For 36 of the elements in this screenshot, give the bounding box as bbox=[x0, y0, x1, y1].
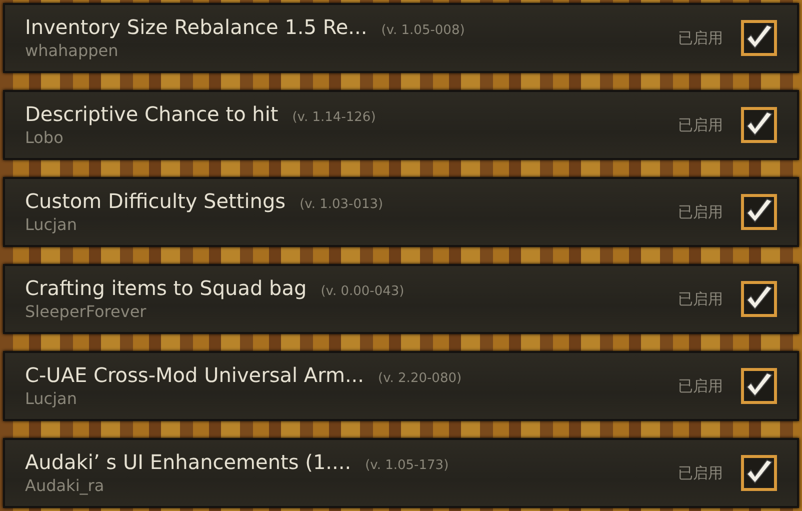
checkbox[interactable] bbox=[741, 368, 777, 404]
status-label: 已启用 bbox=[678, 28, 723, 49]
mod-author: SleeperForever bbox=[25, 302, 148, 322]
mod-author: Audaki_ra bbox=[25, 476, 106, 496]
mod-row[interactable]: Crafting items to Squad bag (v. 0.00-043) SleeperForever 已启用 bbox=[3, 264, 799, 334]
mod-author: whahappen bbox=[25, 40, 120, 61]
mod-title: Descriptive Chance to hit bbox=[25, 102, 278, 126]
mod-row[interactable]: Inventory Size Rebalance 1.5 Re... (v. 1.05-008) whahappen 已启用 bbox=[3, 3, 799, 73]
status-label: 已启用 bbox=[678, 288, 723, 310]
mod-row[interactable]: Descriptive Chance to hit (v. 1.14-126) Lobo 已启用 bbox=[3, 90, 799, 160]
mod-row[interactable]: C-UAE Cross-Mod Universal Arm... (v. 2.20-080) Lucjan 已启用 bbox=[3, 351, 799, 421]
mod-row[interactable]: Audaki’ s UI Enhancements (1.... (v. 1.05-173) Audaki_ra 已启用 bbox=[3, 438, 799, 508]
mod-version: (v. 1.14-126) bbox=[292, 109, 376, 128]
mod-title: C-UAE Cross-Mod Universal Arm... bbox=[25, 363, 364, 388]
mod-version: (v. 1.05-173) bbox=[365, 457, 449, 476]
mod-title: Crafting items to Squad bag bbox=[25, 276, 307, 300]
status-label: 已启用 bbox=[678, 376, 723, 397]
mod-author: Lucjan bbox=[25, 388, 78, 409]
mod-title: Inventory Size Rebalance 1.5 Re... bbox=[25, 15, 368, 40]
mod-version: (v. 1.03-013) bbox=[300, 196, 384, 214]
mod-title: Custom Difficulty Settings bbox=[25, 189, 286, 214]
mod-version: (v. 2.20-080) bbox=[378, 370, 462, 388]
mod-title: Audaki’ s UI Enhancements (1.... bbox=[25, 450, 352, 474]
status-label: 已启用 bbox=[678, 202, 723, 223]
mod-author: Lucjan bbox=[25, 214, 78, 235]
status-label: 已启用 bbox=[678, 114, 723, 136]
mod-version: (v. 0.00-043) bbox=[320, 283, 404, 302]
mod-version: (v. 1.05-008) bbox=[381, 22, 465, 40]
mod-author: Lobo bbox=[25, 128, 64, 148]
checkbox[interactable] bbox=[741, 107, 777, 143]
checkbox[interactable] bbox=[741, 194, 777, 230]
checkbox[interactable] bbox=[741, 281, 777, 317]
mod-row[interactable]: Custom Difficulty Settings (v. 1.03-013) Lucjan 已启用 bbox=[3, 177, 799, 247]
checkbox[interactable] bbox=[741, 455, 777, 491]
checkbox[interactable] bbox=[741, 20, 777, 56]
status-label: 已启用 bbox=[678, 462, 723, 484]
